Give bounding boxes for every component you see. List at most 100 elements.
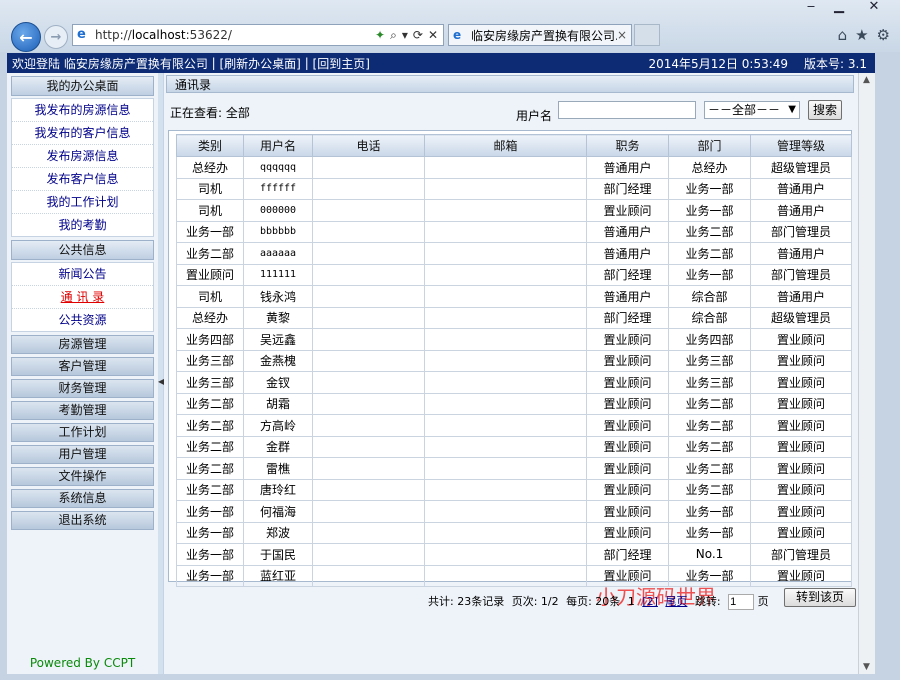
table-cell-username: 金钗 [243,371,313,394]
table-cell-position: 部门经理 [586,306,669,329]
table-cell-username: 金群 [243,435,313,458]
page-1: 1 [627,595,635,608]
col-position-header: 职务 [586,134,669,157]
nav-customer-management[interactable]: 客户管理 [11,357,154,376]
compat-view-icon[interactable]: ✦ [375,28,385,43]
forward-button[interactable]: → [44,25,68,49]
my-desktop-menu: 我发布的房源信息 我发布的客户信息 发布房源信息 发布客户信息 我的工作计划 我… [11,98,154,237]
table-cell-department: 业务二部 [668,414,751,437]
url-scheme: http:// [95,28,132,42]
nav-work-plan[interactable]: 工作计划 [11,423,154,442]
section-my-desktop[interactable]: 我的办公桌面 [11,76,154,96]
table-cell-admin-level: 部门管理员 [750,220,852,243]
table-cell-email [424,220,587,243]
menu-my-customer-info[interactable]: 我发布的客户信息 [12,122,153,145]
scroll-up-icon[interactable]: ▲ [863,75,870,85]
section-public-info[interactable]: 公共信息 [11,240,154,260]
table-cell-position: 置业顾问 [586,392,669,415]
table-cell-email [424,564,587,587]
table-row: 业务三部 金钗 置业顾问 业务三部 置业顾问 [176,371,852,394]
powered-by-text: Powered By CCPT [29,656,136,670]
vertical-scrollbar[interactable]: ▲ ▼ [858,73,876,674]
go-to-page-button[interactable]: 转到该页 [784,588,856,607]
table-cell-email [424,435,587,458]
nav-finance-management[interactable]: 财务管理 [11,379,154,398]
table-cell-position: 普通用户 [586,156,669,179]
address-url[interactable]: http://localhost:53622/ [95,28,375,42]
menu-news[interactable]: 新闻公告 [12,263,153,286]
refresh-icon[interactable]: ⟳ [413,28,423,43]
jump-page-input[interactable] [728,594,755,610]
department-select[interactable]: －－全部－－ ▼ [704,101,800,119]
refresh-desktop-link[interactable]: [刷新办公桌面] [220,55,301,72]
table-cell-phone [312,435,425,458]
scroll-down-icon[interactable]: ▼ [863,662,870,672]
table-cell-email [424,478,587,501]
table-cell-position: 置业顾问 [586,478,669,501]
jump-label: 跳转: [694,595,721,608]
table-cell-position: 置业顾问 [586,328,669,351]
menu-publish-house[interactable]: 发布房源信息 [12,145,153,168]
back-button[interactable]: ← [11,22,41,52]
menu-my-work-plan[interactable]: 我的工作计划 [12,191,153,214]
table-cell-type: 业务一部 [176,564,244,587]
maximize-button[interactable]: ▁ [826,0,852,16]
back-home-link[interactable]: [回到主页] [313,55,370,72]
table-cell-admin-level: 普通用户 [750,199,852,222]
table-cell-username: 蓝红亚 [243,564,313,587]
nav-file-operations[interactable]: 文件操作 [11,467,154,486]
table-cell-department: 业务三部 [668,371,751,394]
dropdown-icon[interactable]: ▾ [402,28,408,43]
nav-system-info[interactable]: 系统信息 [11,489,154,508]
menu-contacts[interactable]: 通 讯 录 [12,286,153,309]
table-cell-username: 金燕槐 [243,349,313,372]
table-cell-department: 业务一部 [668,177,751,200]
table-cell-email [424,349,587,372]
table-body: 总经办 qqqqqq 普通用户 总经办 超级管理员 司机 ffffff 部门经理 业务一部 普通用… [176,156,852,587]
close-window-button[interactable]: ✕ [854,0,894,16]
table-cell-email [424,328,587,351]
favorites-star-icon[interactable]: ★ [855,26,868,44]
search-icon[interactable]: ⌕ [390,28,397,43]
table-cell-position: 置业顾问 [586,500,669,523]
menu-public-resources[interactable]: 公共资源 [12,309,153,331]
table-cell-username: 雷樵 [243,457,313,480]
minimize-button[interactable]: ‒ [798,0,824,16]
new-tab-button[interactable] [634,24,660,46]
nav-user-management[interactable]: 用户管理 [11,445,154,464]
nav-house-management[interactable]: 房源管理 [11,335,154,354]
table-cell-department: 业务一部 [668,263,751,286]
table-cell-email [424,285,587,308]
page-2-link[interactable]: [2] [642,595,658,608]
stop-icon[interactable]: ✕ [428,28,438,43]
table-cell-type: 业务三部 [176,349,244,372]
table-cell-username: 胡霜 [243,392,313,415]
search-button[interactable]: 搜索 [808,100,842,120]
table-cell-username: 吴远鑫 [243,328,313,351]
table-cell-type: 业务一部 [176,543,244,566]
nav-attendance-management[interactable]: 考勤管理 [11,401,154,420]
table-cell-phone [312,349,425,372]
table-cell-position: 置业顾问 [586,521,669,544]
table-cell-phone [312,328,425,351]
table-cell-position: 置业顾问 [586,371,669,394]
sidebar-toggle[interactable]: ◀ [158,73,164,674]
menu-my-attendance[interactable]: 我的考勤 [12,214,153,236]
menu-my-house-listings[interactable]: 我发布的房源信息 [12,99,153,122]
tab-close-icon[interactable]: × [617,28,631,42]
table-cell-admin-level: 普通用户 [750,285,852,308]
table-cell-username: 方高岭 [243,414,313,437]
window-controls: ‒ ▁ ✕ [798,0,894,18]
settings-gear-icon[interactable]: ⚙ [877,26,890,44]
username-search-input[interactable] [558,101,696,119]
menu-publish-customer[interactable]: 发布客户信息 [12,168,153,191]
table-cell-username: bbbbbb [243,220,313,243]
nav-logout[interactable]: 退出系统 [11,511,154,530]
last-page-link[interactable]: 尾页 [665,595,687,608]
browser-tab[interactable]: e 临安房缘房产置换有限公司... × [448,24,632,46]
home-icon[interactable]: ⌂ [838,26,848,44]
address-bar[interactable]: e http://localhost:53622/ ✦ ⌕ ▾ ⟳ ✕ [72,24,444,46]
main-panel: 通讯录 正在查看: 全部 用户名 －－全部－－ ▼ 搜索 类别 用户名 电话 邮箱 职务部… [164,73,858,674]
table-row: 业务二部 方高岭 置业顾问 业务二部 置业顾问 [176,414,852,437]
table-cell-admin-level: 置业顾问 [750,478,852,501]
